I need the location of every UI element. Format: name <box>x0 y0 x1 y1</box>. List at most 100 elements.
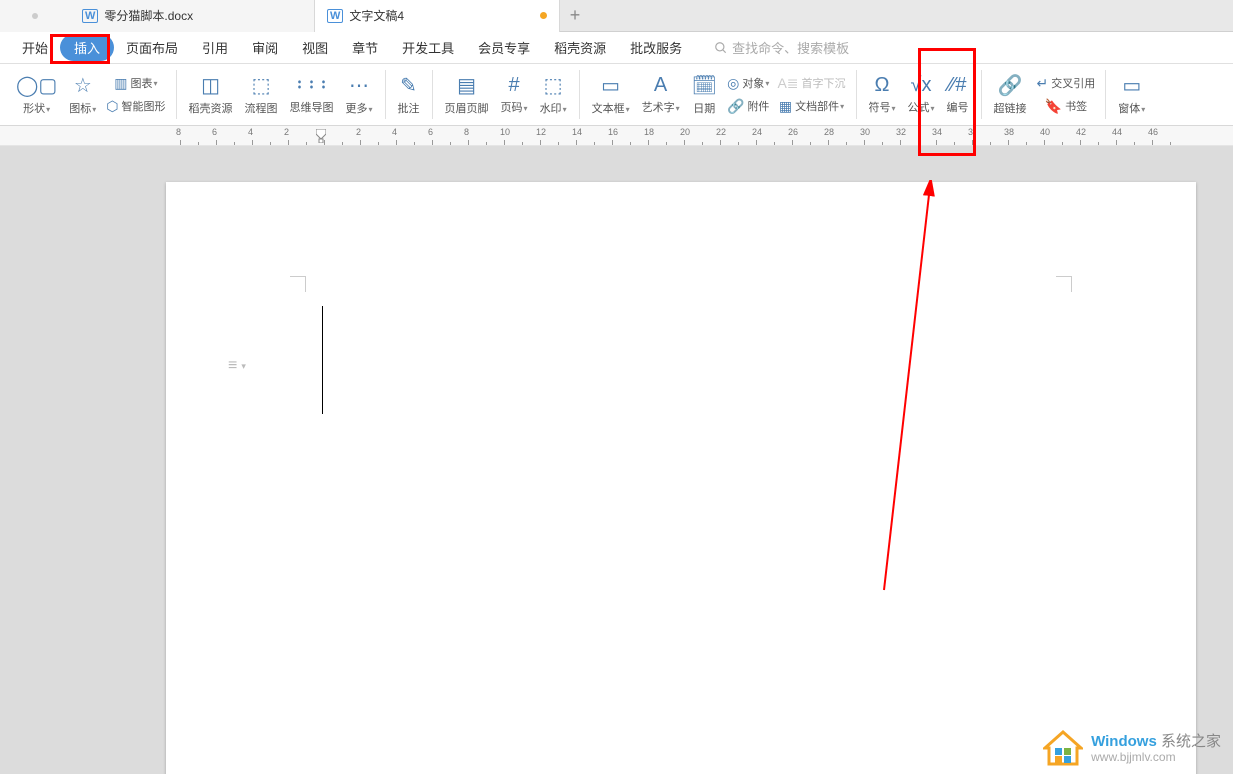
ruler-tick: 22 <box>720 126 756 146</box>
menu-references[interactable]: 引用 <box>190 33 240 62</box>
equation-icon: √x <box>911 74 932 97</box>
ruler-tick: 10 <box>504 126 540 146</box>
symbol-button[interactable]: Ω 符号▾ <box>863 72 902 117</box>
bookmark-button[interactable]: 🔖 书签 <box>1033 97 1100 116</box>
paragraph-float-tool[interactable]: ≡ ▾ <box>228 357 246 375</box>
ruler-tick: 34 <box>936 126 972 146</box>
attachment-button[interactable]: 🔗 附件 <box>723 97 773 116</box>
menu-devtools[interactable]: 开发工具 <box>390 33 466 62</box>
ruler-tick: 8 <box>468 126 504 146</box>
form-icon: ▭ <box>1122 73 1141 98</box>
more-icon: ⋯ <box>349 73 369 98</box>
ruler-tick: 3 <box>972 126 1008 146</box>
window-form-button[interactable]: ▭ 窗体▾ <box>1112 71 1151 118</box>
watermark-logo: Windows 系统之家 www.bjjmlv.com <box>1043 730 1221 768</box>
link-icon: 🔗 <box>998 73 1023 98</box>
flowchart-icon: ⬚ <box>252 73 271 98</box>
object-icon: ◎ <box>727 75 739 92</box>
ruler-tick: 12 <box>540 126 576 146</box>
ruler-tick: 40 <box>1044 126 1080 146</box>
menu-docer[interactable]: 稻壳资源 <box>542 33 618 62</box>
paragraph-icon: ≡ <box>228 357 237 375</box>
omega-icon: Ω <box>875 74 890 97</box>
search-placeholder: 查找命令、搜索模板 <box>732 38 849 57</box>
docparts-button[interactable]: ▦ 文档部件▾ <box>773 97 849 116</box>
wordart-button[interactable]: A 艺术字▾ <box>636 72 686 117</box>
menu-view[interactable]: 视图 <box>290 33 340 62</box>
crossref-button[interactable]: ↵ 交叉引用 <box>1033 74 1100 93</box>
bookmark-icon: 🔖 <box>1045 98 1062 115</box>
chart-icon: ▥ <box>114 75 127 92</box>
tab-leading-spacer <box>0 0 70 32</box>
number-icon: ⁄⁄# <box>949 74 967 97</box>
comment-icon: ✎ <box>400 73 417 98</box>
chart-button[interactable]: ▥ 图表▾ <box>102 74 169 93</box>
dropcap-icon: A≣ <box>777 75 798 92</box>
ruler-tick: 28 <box>828 126 864 146</box>
hyperlink-button[interactable]: 🔗 超链接 <box>988 71 1033 118</box>
icon-button[interactable]: ☆ 图标▾ <box>63 71 102 118</box>
margin-corner-tr <box>1056 276 1072 292</box>
text-cursor <box>322 306 323 414</box>
crossref-icon: ↵ <box>1037 75 1049 92</box>
horizontal-ruler[interactable]: 8642246810121416182022242628303234338404… <box>0 126 1233 146</box>
mindmap-button[interactable]: ᛬᛬᛬ 思维导图 <box>284 72 340 117</box>
more-button[interactable]: ⋯ 更多▾ <box>340 71 379 118</box>
docparts-icon: ▦ <box>779 98 792 115</box>
watermark-icon: ⬚ <box>544 73 563 98</box>
date-button[interactable]: 🗓 日期 <box>686 71 723 118</box>
ruler-tick: 8 <box>180 126 216 146</box>
mindmap-icon: ᛬᛬᛬ <box>294 74 330 97</box>
ruler-tick: 46 <box>1152 126 1188 146</box>
star-icon: ☆ <box>74 73 92 98</box>
object-button[interactable]: ◎ 对象▾ <box>723 74 773 93</box>
ruler-indent-marker[interactable] <box>316 129 326 143</box>
command-search[interactable]: 查找命令、搜索模板 <box>714 38 849 57</box>
ruler-tick: 16 <box>612 126 648 146</box>
menu-proofing[interactable]: 批改服务 <box>618 33 694 62</box>
ruler-tick: 14 <box>576 126 612 146</box>
attachment-icon: 🔗 <box>727 98 744 115</box>
smartart-button[interactable]: ⬡ 智能图形 <box>102 97 169 116</box>
ruler-tick: 4 <box>252 126 288 146</box>
ruler-tick: 2 <box>360 126 396 146</box>
document-tab-0[interactable]: W 零分猫脚本.docx <box>70 0 315 32</box>
docer-button[interactable]: ◫ 稻壳资源 <box>183 71 239 118</box>
new-tab-button[interactable]: + <box>560 1 590 31</box>
menu-review[interactable]: 审阅 <box>240 33 290 62</box>
wordart-icon: A <box>654 74 667 97</box>
document-page[interactable]: ≡ ▾ <box>166 182 1196 774</box>
ruler-tick: 20 <box>684 126 720 146</box>
chevron-down-icon: ▾ <box>241 361 246 372</box>
flowchart-button[interactable]: ⬚ 流程图 <box>239 71 284 118</box>
menu-home[interactable]: 开始 <box>10 33 60 62</box>
textbox-button[interactable]: ▭ 文本框▾ <box>586 71 636 118</box>
shape-button[interactable]: ◯▢ 形状▾ <box>10 71 63 118</box>
smartart-icon: ⬡ <box>106 98 118 115</box>
textbox-icon: ▭ <box>601 73 620 98</box>
header-icon: ▤ <box>457 73 476 98</box>
dropcap-button[interactable]: A≣ 首字下沉 <box>773 74 849 93</box>
number-button[interactable]: ⁄⁄# 编号 <box>941 72 975 117</box>
menu-insert[interactable]: 插入 <box>60 34 114 61</box>
menu-member[interactable]: 会员专享 <box>466 33 542 62</box>
menu-page-layout[interactable]: 页面布局 <box>114 33 190 62</box>
ruler-tick: 26 <box>792 126 828 146</box>
docer-icon: ◫ <box>201 73 220 98</box>
modified-indicator <box>540 12 547 19</box>
page-number-button[interactable]: # 页码▾ <box>495 72 534 117</box>
house-icon <box>1043 730 1083 768</box>
menu-chapter[interactable]: 章节 <box>340 33 390 62</box>
comment-button[interactable]: ✎ 批注 <box>392 71 426 118</box>
equation-button[interactable]: √x 公式▾ <box>902 72 941 117</box>
ruler-tick: 32 <box>900 126 936 146</box>
ruler-tick: 18 <box>648 126 684 146</box>
ruler-tick: 30 <box>864 126 900 146</box>
ruler-tick: 44 <box>1116 126 1152 146</box>
ruler-tick: 4 <box>396 126 432 146</box>
search-icon <box>714 41 728 55</box>
document-tab-1[interactable]: W 文字文稿4 <box>315 0 560 32</box>
doc-icon: W <box>327 9 343 23</box>
header-footer-button[interactable]: ▤ 页眉页脚 <box>439 71 495 118</box>
watermark-button[interactable]: ⬚ 水印▾ <box>534 71 573 118</box>
